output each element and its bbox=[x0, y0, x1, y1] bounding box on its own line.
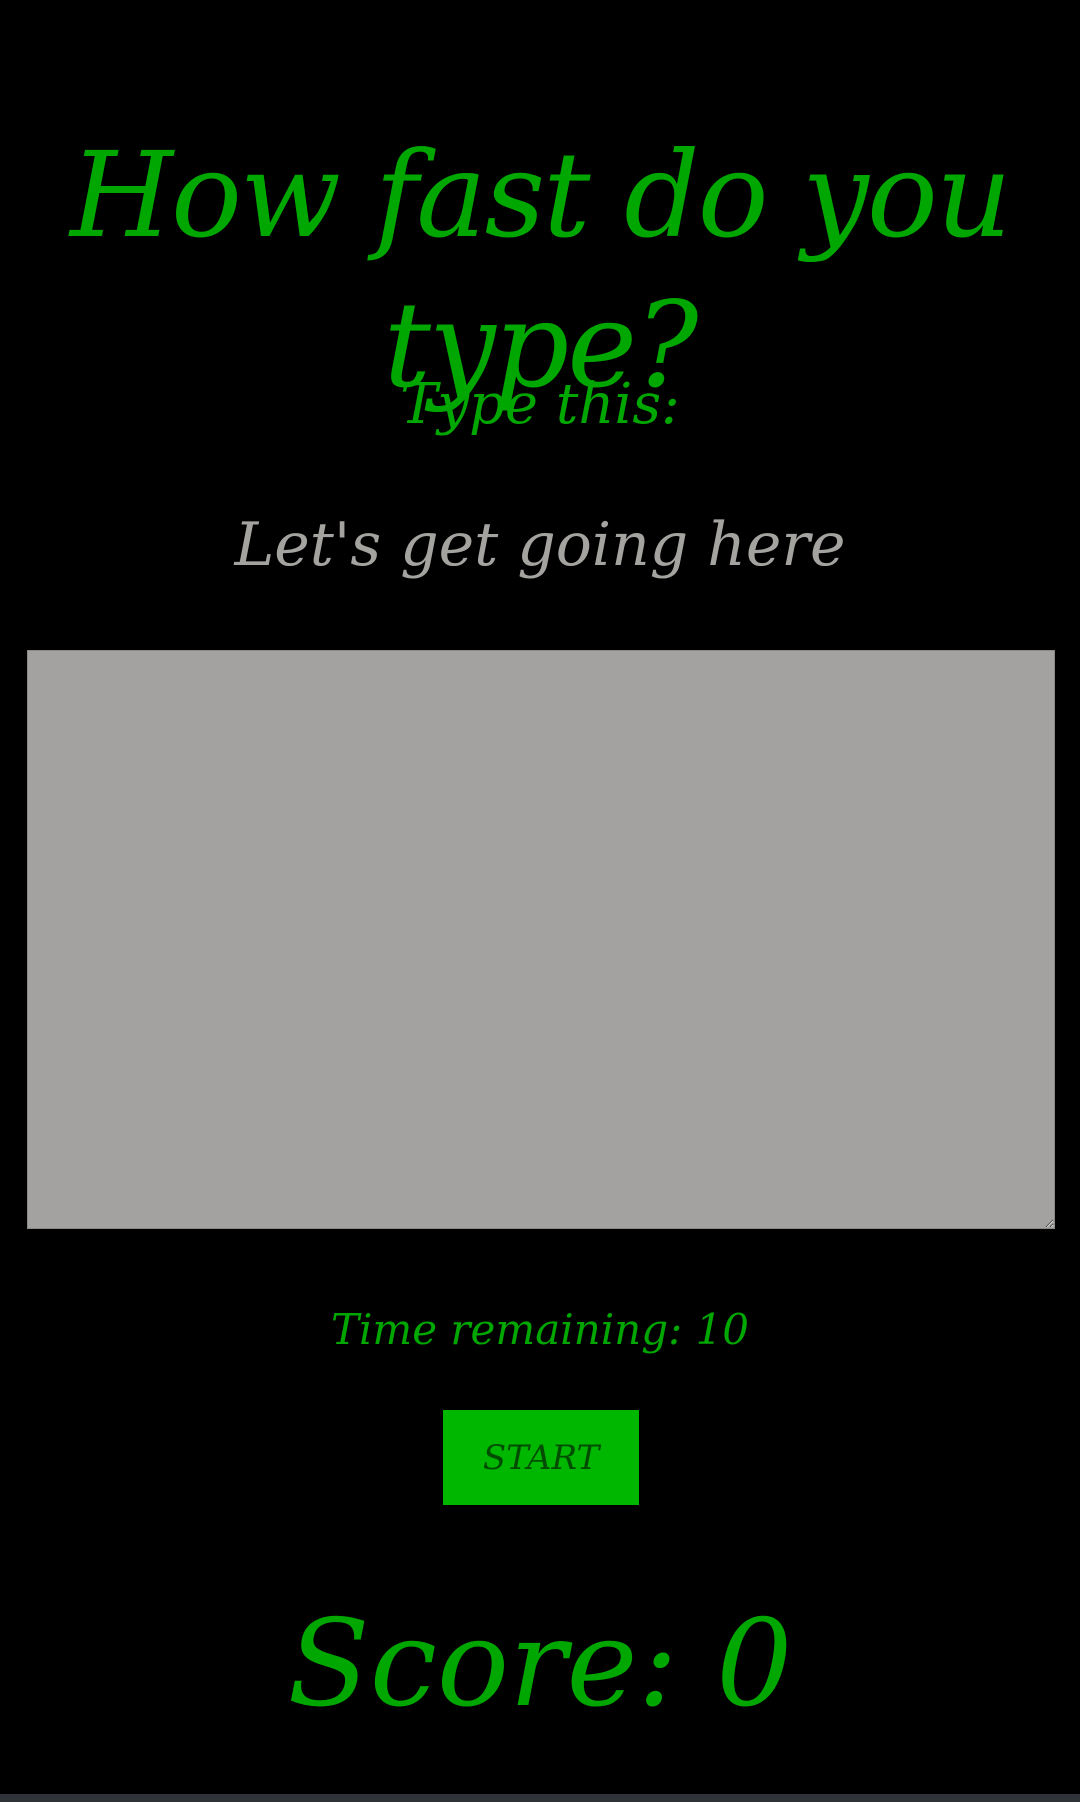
start-button[interactable]: START bbox=[443, 1410, 639, 1505]
typing-input[interactable] bbox=[27, 650, 1055, 1229]
score-display: Score: 0 bbox=[287, 1595, 793, 1734]
time-remaining: Time remaining: 10 bbox=[330, 1305, 750, 1354]
prompt-label: Type this: bbox=[400, 372, 680, 437]
target-sentence: Let's get going here bbox=[234, 510, 846, 580]
typing-game-page: How fast do you type? Type this: Let's g… bbox=[0, 0, 1080, 1802]
bottom-bar bbox=[0, 1794, 1080, 1802]
